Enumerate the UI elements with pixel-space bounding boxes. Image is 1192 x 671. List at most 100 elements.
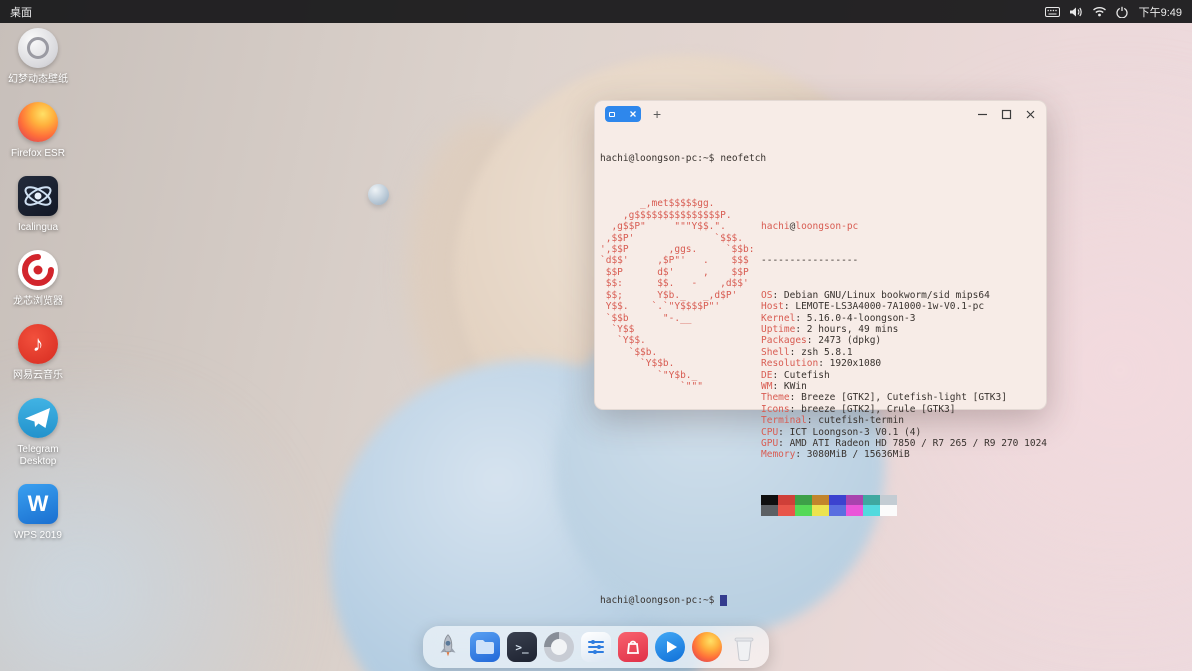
neofetch-value: 3080MiB / 15636MiB: [795, 449, 909, 460]
neofetch-value: LEMOTE-LS3A4000-7A1000-1w-V0.1-pc: [784, 301, 984, 312]
power-icon[interactable]: [1115, 6, 1128, 18]
neofetch-field-os: OSDebian GNU/Linux bookworm/sid mips64: [761, 290, 1041, 301]
terminal-body[interactable]: hachi@loongson-pc:~$ neofetch _,met$$$$$g…: [595, 127, 1047, 629]
command-line: hachi@loongson-pc:~$ neofetch: [600, 153, 1041, 164]
neofetch-field-gpu: GPUAMD ATI Radeon HD 7850 / R7 265 / R9 …: [761, 437, 1047, 449]
launcher-icon[interactable]: [432, 631, 464, 663]
desktop-icon-list: 幻梦动态壁纸 Firefox ESR Icalingua 龙芯浏览器 ♪ 网易云音乐 Tel…: [6, 24, 70, 544]
desktop-icon-label: 网易云音乐: [13, 370, 63, 381]
firefox-icon: [16, 100, 60, 144]
desktop-icon-label: 幻梦动态壁纸: [8, 74, 68, 85]
media-player-icon[interactable]: [654, 631, 686, 663]
neofetch-value: 5.16.0-4-loongson-3: [795, 313, 915, 324]
desktop-icon-telegram[interactable]: Telegram Desktop: [6, 394, 70, 470]
neofetch-value: 2 hours, 49 mins: [795, 324, 898, 335]
neofetch-label: GPU: [761, 437, 779, 449]
terminal-color-swatch: [846, 494, 863, 506]
maximize-button[interactable]: [1001, 109, 1012, 120]
neofetch-value: zsh 5.8.1: [790, 347, 853, 358]
neofetch-label: Uptime: [761, 323, 796, 335]
wallpaper-sphere: [368, 184, 389, 205]
neofetch-separator: -----------------: [761, 255, 859, 267]
minimize-button[interactable]: [977, 109, 988, 120]
terminal-color-swatch: [829, 494, 846, 506]
neofetch-value: 1920x1080: [818, 358, 881, 369]
neofetch-field-memory: Memory3080MiB / 15636MiB: [761, 449, 1041, 460]
terminal-color-swatch: [761, 505, 778, 516]
terminal-tab[interactable]: [605, 106, 641, 122]
neofetch-value: Debian GNU/Linux bookworm/sid mips64: [772, 290, 989, 301]
desktop-icon-wps[interactable]: W WPS 2019: [6, 480, 70, 544]
terminal-color-swatch: [795, 494, 812, 506]
terminal-color-swatch: [880, 494, 897, 506]
neofetch-label: Icons: [761, 403, 790, 415]
desktop: 桌面 下午9:49 幻梦动态壁纸 Firefox ESR Icalingua 龙芯浏览…: [0, 0, 1192, 671]
neofetch-host: loongson-pc: [795, 221, 859, 233]
desktop-icon-label: Firefox ESR: [11, 148, 65, 159]
terminal-color-swatch: [778, 505, 795, 516]
neofetch-value: KWin: [772, 381, 806, 392]
terminal-icon[interactable]: >_: [506, 631, 538, 663]
file-manager-icon[interactable]: [469, 631, 501, 663]
neofetch-label: WM: [761, 380, 773, 392]
neofetch-user: hachi: [761, 221, 790, 233]
desktop-icon-icalingua[interactable]: Icalingua: [6, 172, 70, 236]
clock[interactable]: 下午9:49: [1139, 4, 1182, 20]
terminal-color-swatch: [829, 505, 846, 516]
wps-icon: W: [16, 482, 60, 526]
neofetch-field-terminal: Terminalcutefish-termin: [761, 415, 1041, 426]
terminal-color-swatch: [812, 494, 829, 506]
neofetch-label: Terminal: [761, 415, 807, 427]
neofetch-value: breeze [GTK2], Crule [GTK3]: [790, 404, 956, 415]
neofetch-output: _,met$$$$$gg. ,g$$$$$$$$$$$$$$$P. ,g$$P"…: [600, 198, 1047, 538]
shell-prompt: hachi@loongson-pc:~$: [600, 594, 715, 606]
volume-icon[interactable]: [1069, 6, 1083, 18]
neofetch-field-host: HostLEMOTE-LS3A4000-7A1000-1w-V0.1-pc: [761, 301, 1041, 312]
neofetch-value: Cutefish: [772, 370, 829, 381]
telegram-icon: [16, 396, 60, 440]
neofetch-field-cpu: CPUICT Loongson-3 V0.1 (4): [761, 427, 1041, 438]
neofetch-field-resolution: Resolution1920x1080: [761, 358, 1041, 369]
wifi-icon[interactable]: [1092, 6, 1107, 17]
app-store-icon[interactable]: [617, 631, 649, 663]
terminal-color-swatch: [761, 494, 778, 506]
window-controls: [977, 109, 1036, 120]
desktop-icon-label: Telegram Desktop: [17, 444, 59, 467]
dream-wallpaper-icon: [16, 26, 60, 70]
neofetch-value: Breeze [GTK2], Cutefish-light [GTK3]: [790, 392, 1007, 403]
desktop-icon-firefox[interactable]: Firefox ESR: [6, 98, 70, 162]
terminal-cursor: [720, 594, 728, 606]
neofetch-value: AMD ATI Radeon HD 7850 / R7 265 / R9 270…: [778, 438, 1047, 449]
tab-close-icon[interactable]: [629, 110, 637, 118]
terminal-color-swatch: [863, 505, 880, 516]
firefox-icon[interactable]: [691, 631, 723, 663]
desktop-icon-netease-music[interactable]: ♪ 网易云音乐: [6, 320, 70, 384]
desktop-menu-button[interactable]: 桌面: [10, 4, 32, 20]
neofetch-label: Host: [761, 301, 784, 313]
neofetch-label: Kernel: [761, 312, 796, 324]
neofetch-label: Memory: [761, 449, 796, 461]
trash-icon[interactable]: [728, 631, 760, 663]
keyboard-icon[interactable]: [1044, 6, 1060, 18]
terminal-window: + hachi@loongson-pc:~$ neofetch _,met$$$$…: [594, 100, 1047, 606]
new-tab-button[interactable]: +: [653, 107, 661, 121]
close-button[interactable]: [1025, 109, 1036, 120]
desktop-icon-label: WPS 2019: [14, 530, 62, 541]
neofetch-title: hachi@loongson-pc: [761, 221, 1041, 232]
desktop-icon-dream-wallpaper[interactable]: 幻梦动态壁纸: [6, 24, 70, 88]
neofetch-label: Resolution: [761, 358, 819, 370]
terminal-color-swatch: [863, 494, 880, 506]
terminal-color-swatch: [880, 505, 897, 516]
neofetch-entries: OSDebian GNU/Linux bookworm/sid mips64Ho…: [761, 290, 1047, 461]
desktop-icon-label: 龙芯浏览器: [13, 296, 63, 307]
neofetch-label: Theme: [761, 392, 790, 404]
neofetch-field-icons: Iconsbreeze [GTK2], Crule [GTK3]: [761, 404, 1041, 415]
loongson-browser-icon: [16, 248, 60, 292]
system-monitor-icon[interactable]: [543, 631, 575, 663]
neofetch-value: ICT Loongson-3 V0.1 (4): [778, 427, 921, 438]
neofetch-label: OS: [761, 289, 773, 301]
shell-command: neofetch: [720, 152, 767, 164]
desktop-icon-loongson-browser[interactable]: 龙芯浏览器: [6, 246, 70, 310]
terminal-titlebar[interactable]: +: [595, 101, 1046, 127]
settings-icon[interactable]: [580, 631, 612, 663]
